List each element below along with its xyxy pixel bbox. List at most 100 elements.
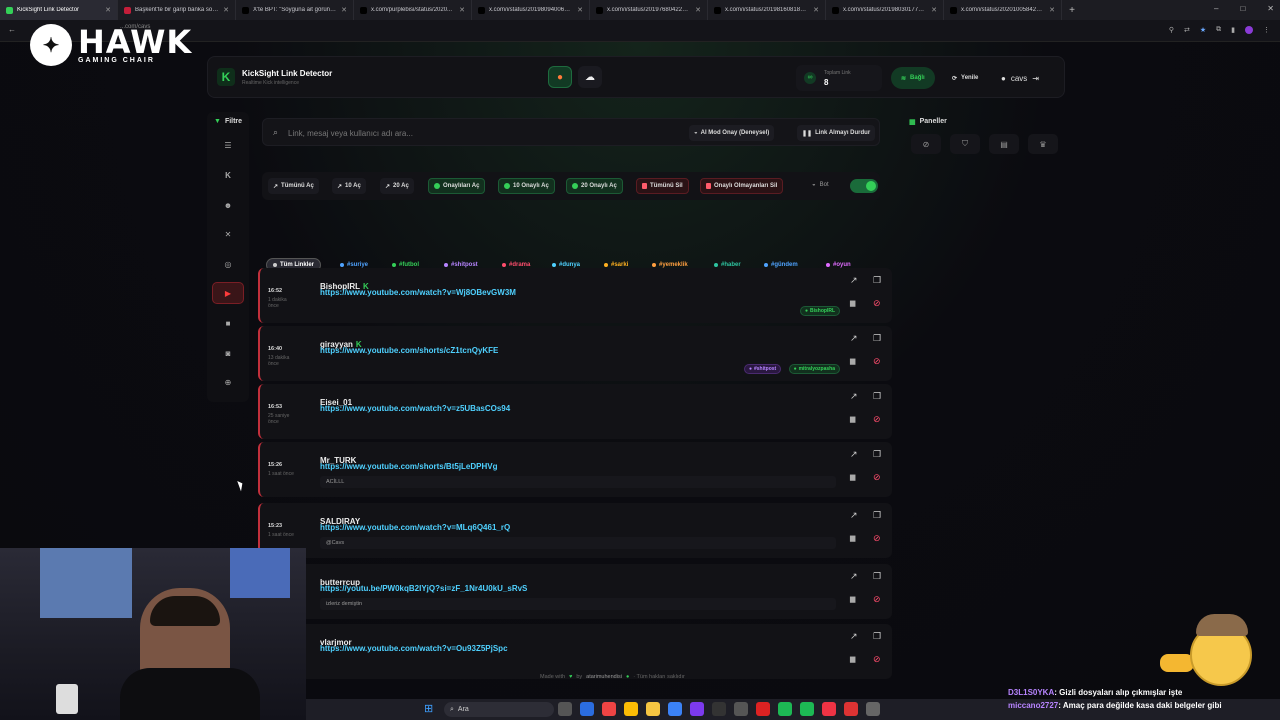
windows-start-icon[interactable]: ⊞ (424, 702, 438, 716)
open-approved-button[interactable]: Onaylıları Aç (428, 178, 486, 194)
external-link-icon[interactable]: ↗ (850, 275, 858, 286)
taskbar-app-icon[interactable] (646, 702, 660, 716)
trash-icon[interactable]: ▆ (850, 299, 855, 307)
panel-archive-button[interactable]: ▤ (989, 134, 1019, 154)
filter-youtube-button[interactable]: ▶ (212, 282, 244, 304)
tab-close-icon[interactable]: ✕ (105, 6, 111, 14)
ban-icon[interactable]: ⊘ (873, 533, 881, 544)
ban-icon[interactable]: ⊘ (873, 594, 881, 605)
external-link-icon[interactable]: ↗ (850, 571, 858, 582)
panel-shield-button[interactable]: ⛉ (950, 134, 980, 154)
ban-icon[interactable]: ⊘ (873, 356, 881, 367)
filter-video-button[interactable]: ■ (212, 312, 244, 334)
refresh-button[interactable]: ⟳ Yenile (948, 67, 982, 89)
external-link-icon[interactable]: ↗ (850, 510, 858, 521)
filter-user-button[interactable]: ☻ (212, 194, 244, 216)
taskbar-app-icon[interactable] (690, 702, 704, 716)
taskbar-app-icon[interactable] (734, 702, 748, 716)
translate-icon[interactable]: ⇄ (1184, 26, 1190, 34)
footer-author[interactable]: atarimuhendisi (586, 674, 622, 680)
trash-icon[interactable]: ▆ (850, 595, 855, 603)
browser-tab[interactable]: X'te BPT: "Soyguna ait görüntü... ✕ (236, 0, 354, 20)
browser-tab[interactable]: x.com/purplebisi/status/2020... ✕ (354, 0, 472, 20)
trash-icon[interactable]: ▆ (850, 357, 855, 365)
panel-ban-button[interactable]: ⊘ (911, 134, 941, 154)
link-url[interactable]: https://youtu.be/PW0kqB2IYjQ?si=zF_1Nr4U… (320, 584, 527, 593)
link-url[interactable]: https://www.youtube.com/watch?v=MLq6Q461… (320, 523, 510, 532)
open-all-button[interactable]: ↗ Tümünü Aç (268, 178, 319, 194)
bot-toggle[interactable] (850, 179, 878, 193)
link-url[interactable]: https://www.youtube.com/watch?v=Ou93Z5Pj… (320, 644, 508, 653)
link-url[interactable]: https://www.youtube.com/watch?v=z5UBasCO… (320, 404, 510, 413)
tab-close-icon[interactable]: ✕ (341, 6, 347, 14)
zoom-icon[interactable]: ⚲ (1169, 26, 1174, 34)
filter-globe-button[interactable]: ⊕ (212, 371, 244, 393)
copy-icon[interactable]: ❐ (873, 449, 881, 460)
taskbar-app-icon[interactable] (778, 702, 792, 716)
back-icon[interactable]: ← (8, 25, 16, 34)
open-20-approved-button[interactable]: 20 Onaylı Aç (566, 178, 623, 194)
trash-icon[interactable]: ▆ (850, 534, 855, 542)
trash-icon[interactable]: ▆ (850, 655, 855, 663)
taskbar-app-icon[interactable] (712, 702, 726, 716)
copy-icon[interactable]: ❐ (873, 510, 881, 521)
tab-close-icon[interactable]: ✕ (695, 6, 701, 14)
menu-icon[interactable]: ⋮ (1263, 26, 1270, 34)
copy-icon[interactable]: ❐ (873, 571, 881, 582)
star-icon[interactable]: ★ (1200, 26, 1206, 34)
browser-tab[interactable]: Başkent'te bir garip banka soy... ✕ (118, 0, 236, 20)
taskbar-app-icon[interactable] (602, 702, 616, 716)
taskbar-app-icon[interactable] (844, 702, 858, 716)
copy-icon[interactable]: ❐ (873, 333, 881, 344)
logout-icon[interactable]: ⇥ (1032, 74, 1039, 83)
taskbar-app-icon[interactable] (866, 702, 880, 716)
trash-icon[interactable]: ▆ (850, 473, 855, 481)
external-link-icon[interactable]: ↗ (850, 391, 858, 402)
copy-icon[interactable]: ❐ (873, 391, 881, 402)
panel-trophy-button[interactable]: ♛ (1028, 134, 1058, 154)
ban-icon[interactable]: ⊘ (873, 298, 881, 309)
link-url[interactable]: https://www.youtube.com/shorts/cZ1tcnQyK… (320, 346, 498, 355)
filter-camera-button[interactable]: ◙ (212, 342, 244, 364)
taskbar-app-icon[interactable] (580, 702, 594, 716)
filter-x-button[interactable]: ✕ (212, 223, 244, 245)
link-url[interactable]: https://www.youtube.com/shorts/Bt5jLeDPH… (320, 462, 498, 471)
minimize-button[interactable]: – (1214, 4, 1218, 13)
ban-icon[interactable]: ⊘ (873, 654, 881, 665)
browser-tab[interactable]: KickSight Link Detector ✕ (0, 0, 118, 20)
taskbar-app-icon[interactable] (800, 702, 814, 716)
link-url[interactable]: https://www.youtube.com/watch?v=Wj8OBevG… (320, 288, 516, 297)
ban-icon[interactable]: ⊘ (873, 414, 881, 425)
tab-close-icon[interactable]: ✕ (1049, 6, 1055, 14)
maximize-button[interactable]: □ (1240, 4, 1245, 13)
profile-avatar[interactable] (1245, 26, 1253, 34)
new-tab-button[interactable]: + (1062, 5, 1082, 16)
theme-button[interactable]: ● (548, 66, 572, 88)
taskbar-app-icon[interactable] (558, 702, 572, 716)
filter-instagram-button[interactable]: ◎ (212, 253, 244, 275)
taskbar-app-icon[interactable] (822, 702, 836, 716)
delete-unapproved-button[interactable]: Onaylı Olmayanları Sil (700, 178, 784, 194)
browser-tab[interactable]: x.com/i/status/2019803017717... ✕ (826, 0, 944, 20)
tab-close-icon[interactable]: ✕ (223, 6, 229, 14)
extensions-icon[interactable]: ⧉ (1216, 26, 1221, 34)
trash-icon[interactable]: ▆ (850, 415, 855, 423)
stop-links-button[interactable]: ❚❚ Link Almayı Durdur (797, 125, 876, 141)
search-input[interactable] (288, 123, 668, 143)
browser-tab[interactable]: x.com/i/status/2019816081800... ✕ (708, 0, 826, 20)
external-link-icon[interactable]: ↗ (850, 333, 858, 344)
taskbar-app-icon[interactable] (756, 702, 770, 716)
open-10-approved-button[interactable]: 10 Onaylı Aç (498, 178, 555, 194)
external-link-icon[interactable]: ↗ (850, 449, 858, 460)
browser-tab[interactable]: x.com/i/status/2019768042251... ✕ (590, 0, 708, 20)
filter-kick-button[interactable]: K (212, 164, 244, 186)
browser-tab[interactable]: x.com/i/status/2020100584280... ✕ (944, 0, 1062, 20)
tab-close-icon[interactable]: ✕ (459, 6, 465, 14)
tab-close-icon[interactable]: ✕ (931, 6, 937, 14)
taskbar-app-icon[interactable] (668, 702, 682, 716)
tab-close-icon[interactable]: ✕ (577, 6, 583, 14)
connection-status-button[interactable]: ≋ Bağlı (891, 67, 935, 89)
taskbar-app-icon[interactable] (624, 702, 638, 716)
taskbar-search[interactable]: ⌕ Ara (444, 702, 554, 717)
sidepanel-icon[interactable]: ▮ (1231, 26, 1235, 34)
